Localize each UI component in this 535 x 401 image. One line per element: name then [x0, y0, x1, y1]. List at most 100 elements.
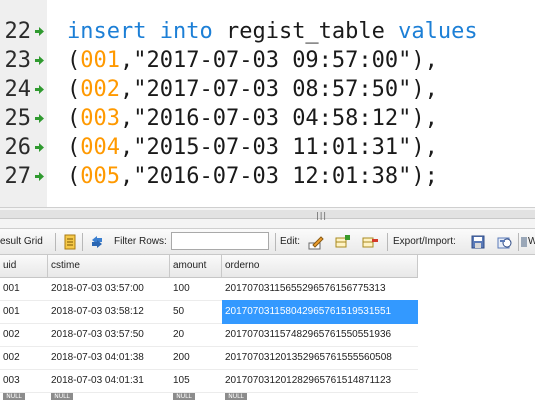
export-import-label: Export/Import: [393, 236, 456, 247]
splitter-grip-icon[interactable]: ||| [316, 211, 327, 220]
code-token: regist_table [212, 19, 399, 44]
cell-amount[interactable]: 100 [170, 277, 222, 301]
statement-arrow-icon [35, 114, 44, 123]
code-line[interactable]: 24 (002,"2017-07-03 08:57:50"), [0, 75, 535, 104]
code-line[interactable]: 23 (001,"2017-07-03 09:57:00"), [0, 46, 535, 75]
cell-amount[interactable]: 200 [170, 346, 222, 370]
null-badge[interactable]: NULL [173, 393, 195, 400]
code-token: 004 [80, 135, 120, 160]
code-token: "2015-07-03 11:01:31" [133, 135, 412, 160]
add-row-icon[interactable] [335, 234, 351, 250]
cell-uid[interactable]: 003 [0, 369, 48, 393]
cell-uid[interactable]: 002 [0, 323, 48, 347]
code-line[interactable]: 22 insert into regist_table values [0, 17, 535, 46]
statement-arrow-icon [35, 56, 44, 65]
cell-orderno[interactable]: 201707031201282965761514871123 [222, 369, 418, 393]
code-line[interactable]: 27 (005,"2016-07-03 12:01:38"); [0, 162, 535, 191]
cell-cstime[interactable]: 2018-07-03 03:58:12 [48, 300, 170, 324]
cell-orderno[interactable]: 201707031157482965761550551936 [222, 323, 418, 347]
toolbar-divider [275, 233, 276, 251]
column-header-cstime[interactable]: cstime [48, 255, 170, 277]
table-row[interactable]: 001 2018-07-03 03:58:12 50 2017070311580429… [0, 300, 418, 324]
code-token: insert [67, 19, 147, 44]
cell-cstime[interactable]: 2018-07-03 03:57:00 [48, 277, 170, 301]
toolbar-divider [387, 233, 388, 251]
column-header-orderno[interactable]: orderno [222, 255, 418, 277]
splitter-bar[interactable]: ||| [0, 210, 535, 220]
filter-rows-input[interactable] [171, 232, 269, 250]
code-token: ), [411, 135, 438, 160]
null-badge[interactable]: NULL [3, 393, 25, 400]
cell-amount[interactable]: 105 [170, 369, 222, 393]
code-token: ( [67, 106, 81, 131]
cell-uid[interactable]: 001 [0, 300, 48, 324]
cell-amount[interactable]: 50 [170, 300, 222, 324]
code-token: 002 [80, 77, 120, 102]
line-number: 24 [4, 77, 32, 102]
column-header-uid[interactable]: uid [0, 255, 48, 277]
code-text: (002,"2017-07-03 08:57:50"), [67, 75, 438, 104]
toolbar-divider [518, 233, 519, 251]
cell-cstime[interactable]: 2018-07-03 04:01:38 [48, 346, 170, 370]
null-badge[interactable]: NULL [225, 393, 247, 400]
toolbar-divider [55, 233, 56, 251]
statement-arrow-icon [35, 143, 44, 152]
table-row[interactable]: 003 2018-07-03 04:01:31 105 201707031201282… [0, 369, 418, 393]
code-line[interactable]: 26 (004,"2015-07-03 11:01:31"), [0, 133, 535, 162]
cell-orderno[interactable]: 20170703115655296576156775313 [222, 277, 418, 301]
cell-uid[interactable]: 001 [0, 277, 48, 301]
cell-orderno[interactable]: 201707031201352965761555560508 [222, 346, 418, 370]
code-token: ), [411, 77, 438, 102]
code-token: ), [411, 106, 438, 131]
code-text: (004,"2015-07-03 11:01:31"), [67, 133, 438, 162]
delete-row-icon[interactable] [362, 234, 378, 250]
code-token: ( [67, 164, 81, 189]
statement-arrow-icon [35, 27, 44, 36]
refresh-icon[interactable] [89, 234, 105, 250]
code-token: values [398, 19, 478, 44]
filter-rows-label: Filter Rows: [114, 236, 167, 247]
import-icon[interactable] [497, 234, 513, 250]
null-badge[interactable]: NULL [51, 393, 73, 400]
cell-cstime[interactable]: 2018-07-03 03:57:50 [48, 323, 170, 347]
code-token: ( [67, 135, 81, 160]
code-token: ), [411, 48, 438, 73]
wrap-label[interactable]: W [528, 229, 535, 255]
code-token: 001 [80, 48, 120, 73]
code-token: 003 [80, 106, 120, 131]
code-token: ( [67, 77, 81, 102]
code-line[interactable]: 25 (003,"2016-07-03 04:58:12"), [0, 104, 535, 133]
sql-editor[interactable]: 22 insert into regist_table values 23 (001,… [0, 0, 535, 207]
result-grid-tab[interactable]: esult Grid [0, 229, 43, 255]
form-view-icon[interactable] [62, 234, 78, 250]
line-number: 23 [4, 48, 32, 73]
cell-uid[interactable]: 002 [0, 346, 48, 370]
code-token: , [120, 48, 134, 73]
code-token: , [120, 135, 134, 160]
edit-cell-icon[interactable] [308, 234, 324, 250]
cell-orderno[interactable]: 201707031158042965761519531551 [222, 300, 418, 324]
code-token: , [120, 106, 134, 131]
code-token: , [120, 164, 134, 189]
code-token: "2017-07-03 08:57:50" [133, 77, 412, 102]
code-token: ( [67, 48, 81, 73]
line-number: 25 [4, 106, 32, 131]
code-token: , [120, 77, 134, 102]
cell-cstime[interactable]: 2018-07-03 04:01:31 [48, 369, 170, 393]
code-token: 005 [80, 164, 120, 189]
statement-arrow-icon [35, 172, 44, 181]
table-row[interactable]: 001 2018-07-03 03:57:00 100 201707031156552… [0, 277, 418, 301]
toolbar-divider [82, 233, 83, 251]
panel-splitter[interactable]: ||| [0, 207, 535, 229]
new-row-placeholder[interactable]: NULL NULL NULL NULL [0, 393, 418, 401]
code-token: "2016-07-03 12:01:38" [133, 164, 412, 189]
table-row[interactable]: 002 2018-07-03 03:57:50 20 2017070311574829… [0, 323, 418, 347]
cell-amount[interactable]: 20 [170, 323, 222, 347]
code-text: (005,"2016-07-03 12:01:38"); [67, 162, 438, 191]
line-number: 27 [4, 164, 32, 189]
export-icon[interactable] [470, 234, 486, 250]
table-row[interactable]: 002 2018-07-03 04:01:38 200 201707031201352… [0, 346, 418, 370]
column-header-amount[interactable]: amount [170, 255, 222, 277]
code-text: (003,"2016-07-03 04:58:12"), [67, 104, 438, 133]
wrap-icon[interactable] [520, 234, 528, 250]
